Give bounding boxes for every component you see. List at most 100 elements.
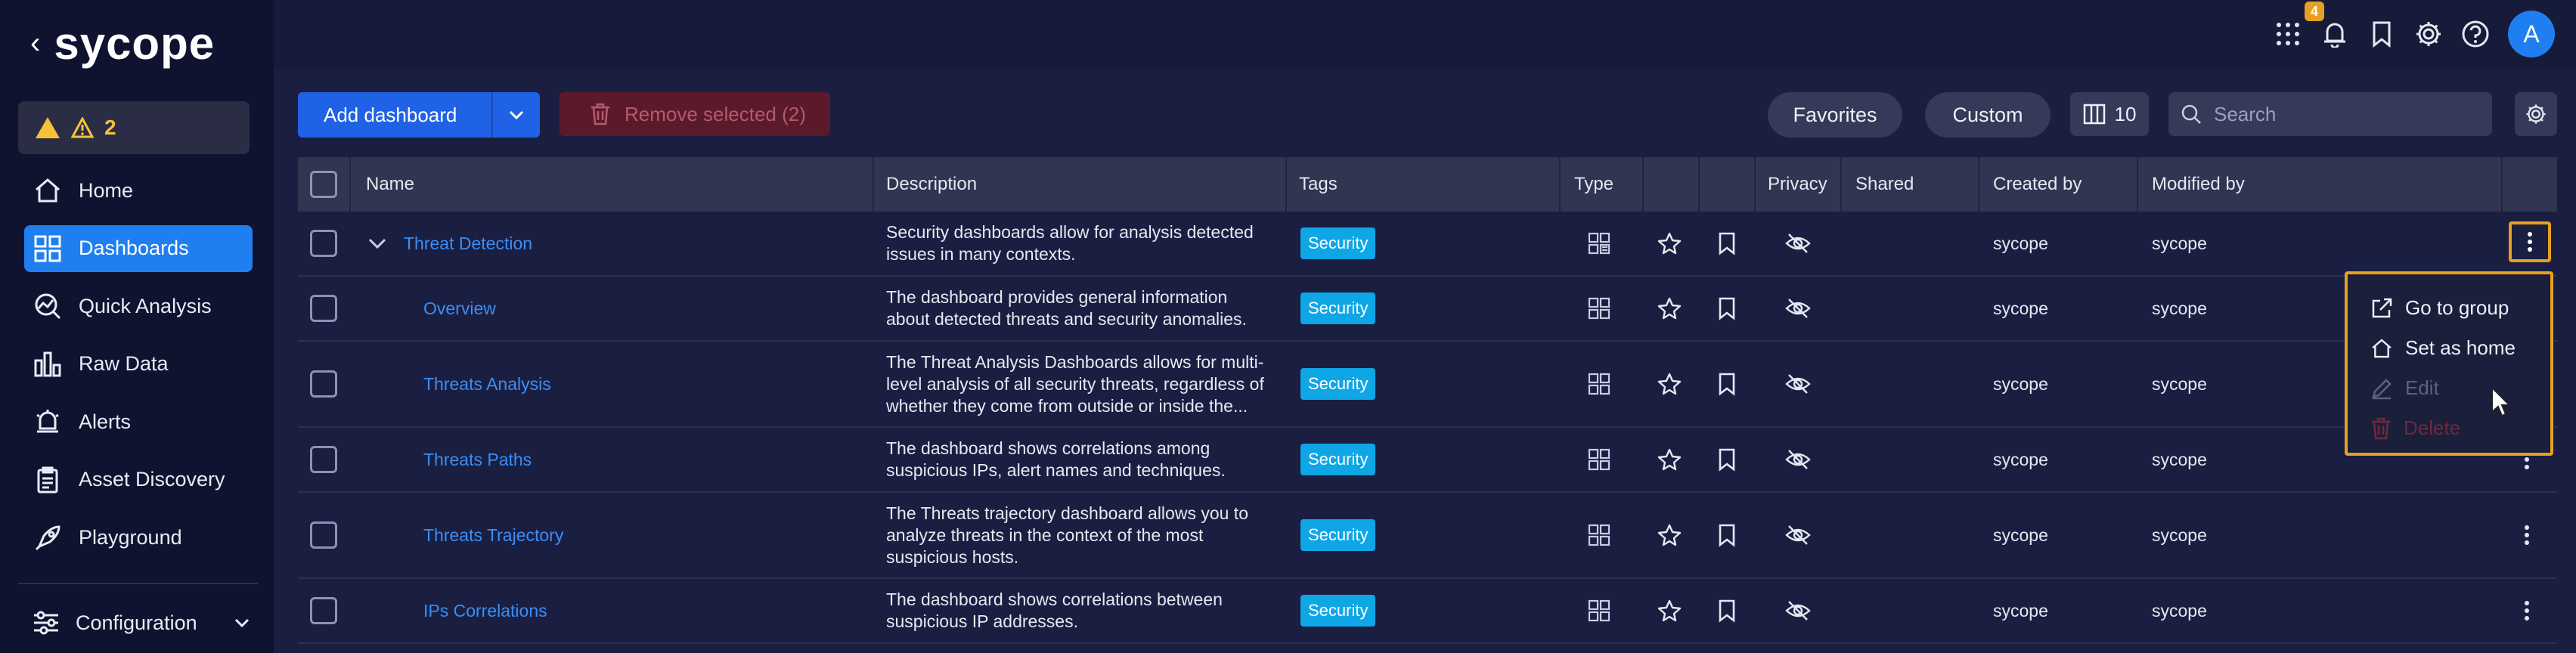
modified-by: sycope — [2152, 600, 2207, 621]
sidebar-item-playground[interactable]: Playground — [24, 515, 253, 562]
table-header: Name Description Tags Type Privacy Share… — [298, 157, 2557, 212]
alert-summary[interactable]: 2 — [18, 101, 250, 154]
column-divider — [1559, 157, 1561, 212]
favorites-button[interactable]: Favorites — [1768, 92, 1902, 138]
expand-chevron-icon[interactable] — [367, 212, 387, 275]
column-header-type[interactable]: Type — [1574, 157, 1613, 212]
favorite-star-icon[interactable] — [1657, 277, 1682, 340]
row-checkbox[interactable] — [310, 521, 337, 549]
row-checkbox-cell[interactable] — [310, 277, 337, 340]
sidebar-item-raw-data[interactable]: Raw Data — [24, 341, 253, 388]
dashboard-name-link[interactable]: Threat Detection — [404, 234, 532, 254]
table-row[interactable]: Overview The dashboard provides general i… — [298, 277, 2557, 342]
column-header-privacy[interactable]: Privacy — [1768, 157, 1827, 212]
row-actions-kebab-icon[interactable] — [2524, 579, 2530, 642]
add-dashboard-button[interactable]: Add dashboard — [298, 92, 540, 138]
dashboard-type-icon — [1588, 428, 1610, 491]
sidebar-item-asset-discovery[interactable]: Asset Discovery — [24, 456, 253, 503]
menu-item-edit[interactable]: Edit — [2348, 368, 2550, 408]
dashboard-name-link[interactable]: IPs Correlations — [423, 601, 547, 621]
table-row[interactable]: Threat Detection Security dashboards allo… — [298, 212, 2557, 277]
table-row[interactable]: IPs Correlations The dashboard shows corr… — [298, 579, 2557, 644]
column-divider — [1642, 157, 1644, 212]
table-row[interactable]: Threats Paths The dashboard shows correla… — [298, 428, 2557, 493]
row-checkbox-cell[interactable] — [310, 428, 337, 491]
avatar[interactable]: A — [2508, 11, 2555, 57]
favorite-star-icon[interactable] — [1657, 579, 1682, 642]
dashboard-name-link[interactable]: Threats Trajectory — [423, 525, 563, 546]
row-actions-kebab-icon[interactable] — [2524, 493, 2530, 577]
favorite-star-icon[interactable] — [1657, 493, 1682, 577]
bookmark-icon[interactable] — [2367, 20, 2396, 48]
sidebar-item-home[interactable]: Home — [24, 167, 253, 214]
row-checkbox[interactable] — [310, 370, 337, 398]
sidebar-item-configuration[interactable]: Configuration — [32, 602, 251, 644]
menu-item-delete[interactable]: Delete — [2348, 408, 2550, 448]
tag-badge[interactable]: Security — [1300, 444, 1376, 475]
sidebar-item-alerts[interactable]: Alerts — [24, 398, 253, 445]
gear-icon — [2526, 104, 2546, 124]
favorite-star-icon[interactable] — [1657, 342, 1682, 426]
row-checkbox-cell[interactable] — [310, 212, 337, 275]
column-header-description[interactable]: Description — [886, 157, 977, 212]
bookmark-icon[interactable] — [1718, 493, 1736, 577]
bookmark-icon[interactable] — [1718, 212, 1736, 275]
tag-badge[interactable]: Security — [1300, 292, 1376, 324]
select-all-checkbox-cell[interactable] — [310, 157, 337, 212]
favorite-star-icon[interactable] — [1657, 212, 1682, 275]
table-settings-button[interactable] — [2515, 92, 2557, 136]
search-input[interactable] — [2212, 101, 2472, 127]
tag-badge[interactable]: Security — [1300, 595, 1376, 627]
column-header-modified-by[interactable]: Modified by — [2152, 157, 2245, 212]
help-icon[interactable] — [2461, 20, 2490, 48]
tag-badge[interactable]: Security — [1300, 519, 1376, 551]
row-checkbox[interactable] — [310, 446, 337, 473]
home-icon — [2372, 338, 2392, 357]
logo[interactable]: ‹ sycope — [30, 17, 215, 70]
column-header-name[interactable]: Name — [366, 157, 414, 212]
apps-grid-icon[interactable] — [2274, 20, 2302, 48]
select-all-checkbox[interactable] — [310, 171, 337, 198]
privacy-hidden-icon — [1784, 277, 1812, 340]
column-header-shared[interactable]: Shared — [1855, 157, 1914, 212]
back-chevron-icon[interactable]: ‹ — [30, 28, 40, 58]
row-checkbox[interactable] — [310, 295, 337, 322]
column-header-tags[interactable]: Tags — [1299, 157, 1338, 212]
table-row[interactable]: Threats Analysis The Threat Analysis Dash… — [298, 342, 2557, 428]
menu-item-go-to-group[interactable]: Go to group — [2348, 288, 2550, 328]
menu-item-label: Delete — [2404, 416, 2461, 439]
bell-icon[interactable] — [2320, 20, 2349, 48]
favorites-label: Favorites — [1793, 103, 1877, 126]
external-link-icon — [2372, 298, 2392, 317]
tag-badge[interactable]: Security — [1300, 227, 1376, 259]
add-dashboard-dropdown[interactable] — [493, 110, 540, 120]
row-checkbox[interactable] — [310, 597, 337, 624]
favorite-star-icon[interactable] — [1657, 428, 1682, 491]
modified-by: sycope — [2152, 373, 2207, 394]
row-checkbox-cell[interactable] — [310, 579, 337, 642]
table-row[interactable]: Threats Trajectory The Threats trajectory… — [298, 493, 2557, 579]
dashboard-name-link[interactable]: Threats Analysis — [423, 374, 551, 395]
sidebar-item-dashboards[interactable]: Dashboards — [24, 224, 253, 272]
bookmark-icon[interactable] — [1718, 277, 1736, 340]
custom-button[interactable]: Custom — [1925, 92, 2051, 138]
column-selector[interactable]: 10 — [2070, 92, 2149, 136]
menu-item-set-as-home[interactable]: Set as home — [2348, 328, 2550, 368]
row-checkbox[interactable] — [310, 230, 337, 257]
gear-icon[interactable] — [2414, 20, 2443, 48]
bookmark-icon[interactable] — [1718, 342, 1736, 426]
remove-selected-button[interactable]: Remove selected (2) — [560, 92, 830, 136]
sidebar-item-label: Configuration — [76, 611, 197, 634]
dashboard-name-link[interactable]: Threats Paths — [423, 450, 532, 470]
search-box[interactable] — [2168, 92, 2492, 136]
bookmark-icon[interactable] — [1718, 428, 1736, 491]
sidebar-item-quick-analysis[interactable]: Quick Analysis — [24, 283, 253, 330]
dashboard-type-icon — [1588, 493, 1610, 577]
column-header-created-by[interactable]: Created by — [1993, 157, 2082, 212]
tag-badge[interactable]: Security — [1300, 368, 1376, 400]
bookmark-icon[interactable] — [1718, 579, 1736, 642]
row-actions-button-active[interactable] — [2509, 221, 2551, 262]
dashboard-name-link[interactable]: Overview — [423, 299, 496, 319]
row-checkbox-cell[interactable] — [310, 493, 337, 577]
row-checkbox-cell[interactable] — [310, 342, 337, 426]
